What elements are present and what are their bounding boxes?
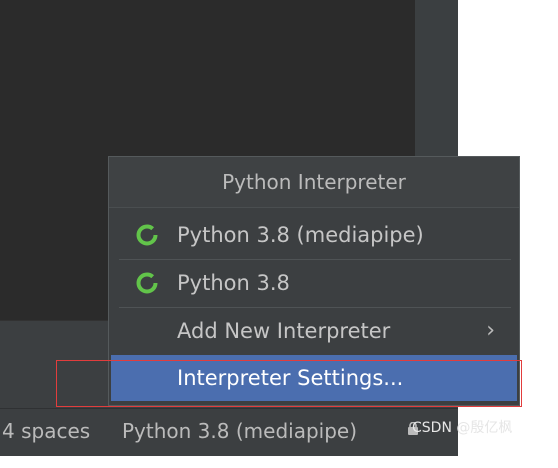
highlight-box [56, 360, 522, 407]
add-new-interpreter-item[interactable]: Add New Interpreter › [109, 307, 519, 355]
interpreter-item-python38[interactable]: Python 3.8 [109, 259, 519, 307]
popup-title: Python Interpreter [109, 157, 519, 208]
interpreter-item-label: Python 3.8 (mediapipe) [177, 223, 424, 247]
interpreter-item-label: Python 3.8 [177, 271, 290, 295]
python-env-ring-icon [136, 272, 158, 294]
chevron-right-icon: › [486, 318, 495, 343]
python-env-ring-icon [136, 224, 158, 246]
status-interpreter-widget[interactable]: Python 3.8 (mediapipe) [122, 408, 357, 455]
interpreter-item-mediapipe[interactable]: Python 3.8 (mediapipe) [109, 211, 519, 259]
watermark: CSDN @殷亿枫 [412, 420, 513, 436]
add-new-interpreter-label: Add New Interpreter [177, 319, 391, 343]
status-indent-setting[interactable]: 4 spaces [2, 408, 90, 455]
